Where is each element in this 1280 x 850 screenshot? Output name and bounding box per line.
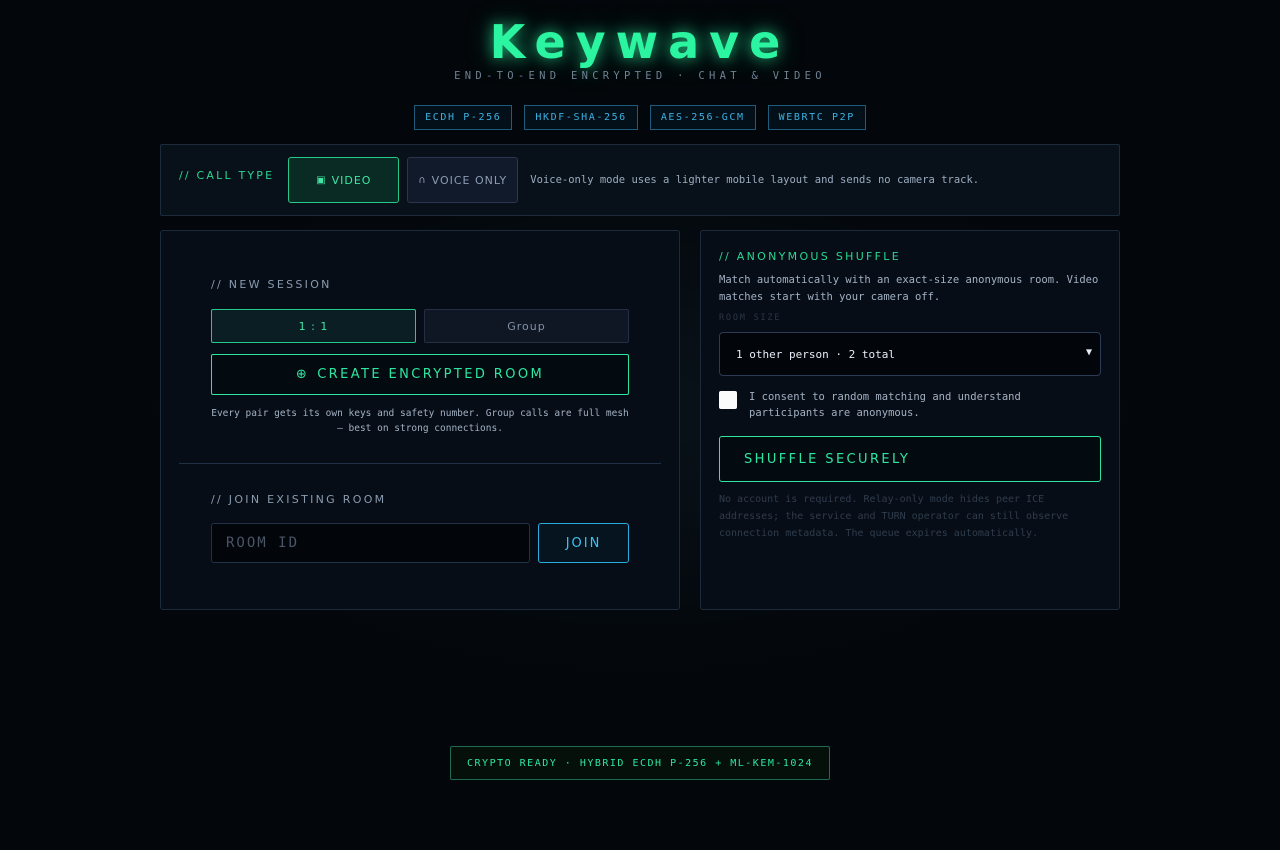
call-type-label: // CALL TYPE <box>179 168 275 182</box>
camera-icon: ▣ <box>316 174 327 186</box>
shuffle-fine-print: No account is required. Relay-only mode … <box>719 494 1069 539</box>
consent-text: I consent to random matching and underst… <box>749 391 1021 419</box>
app-header: Keywave END-TO-END ENCRYPTED · CHAT & VI… <box>0 14 1280 82</box>
room-size-label: ROOM SIZE <box>719 313 782 323</box>
chip-hkdf: HKDF-SHA-256 <box>524 105 638 130</box>
shuffle-description: Match automatically with an exact-size a… <box>719 274 1099 303</box>
chip-aes: AES-256-GCM <box>649 105 756 130</box>
video-call-label: VIDEO <box>331 173 372 187</box>
voice-only-button[interactable]: ∩ VOICE ONLY <box>407 157 519 203</box>
session-note: Every pair gets its own keys and safety … <box>211 408 629 434</box>
app-tagline: END-TO-END ENCRYPTED · CHAT & VIDEO <box>454 70 826 82</box>
call-type-hint: Voice-only mode uses a lighter mobile la… <box>530 174 980 186</box>
chip-webrtc: WEBRTC P2P <box>767 105 866 130</box>
video-call-button[interactable]: ▣ VIDEO <box>288 157 400 203</box>
call-type-bar: // CALL TYPE ▣ VIDEO ∩ VOICE ONLY Voice-… <box>160 144 1120 216</box>
crypto-status-badge: CRYPTO READY · HYBRID ECDH P-256 + ML-KE… <box>450 746 830 780</box>
room-size-select[interactable]: 1 other person · 2 total ▼ <box>719 332 1101 376</box>
join-room-title: // JOIN EXISTING ROOM <box>211 493 387 506</box>
chip-ecdh: ECDH P-256 <box>414 105 513 130</box>
app-logo: Keywave <box>489 15 791 69</box>
consent-checkbox[interactable] <box>719 391 737 409</box>
session-panel: // NEW SESSION 1 : 1 Group ⊕ CREATE ENCR… <box>160 230 680 610</box>
divider <box>179 463 661 464</box>
mode-one-to-one-button[interactable]: 1 : 1 <box>211 309 416 343</box>
join-button[interactable]: JOIN <box>538 523 629 563</box>
mode-group-button[interactable]: Group <box>424 309 629 343</box>
create-room-button[interactable]: ⊕ CREATE ENCRYPTED ROOM <box>211 354 629 395</box>
crypto-chips: ECDH P-256 HKDF-SHA-256 AES-256-GCM WEBR… <box>0 105 1280 130</box>
plus-circle-icon: ⊕ <box>295 367 310 382</box>
new-session-title: // NEW SESSION <box>211 278 332 291</box>
voice-only-label: VOICE ONLY <box>431 173 508 187</box>
create-room-label: CREATE ENCRYPTED ROOM <box>317 367 545 382</box>
shuffle-panel: // ANONYMOUS SHUFFLE Match automatically… <box>700 230 1120 610</box>
headphones-icon: ∩ <box>418 174 427 186</box>
shuffle-title: // ANONYMOUS SHUFFLE <box>719 250 901 263</box>
shuffle-button[interactable]: SHUFFLE SECURELY <box>719 436 1101 482</box>
room-id-input[interactable] <box>211 523 530 563</box>
chevron-down-icon: ▼ <box>1085 347 1092 358</box>
room-size-value: 1 other person · 2 total <box>736 347 895 361</box>
consent-row: I consent to random matching and underst… <box>719 389 1101 421</box>
